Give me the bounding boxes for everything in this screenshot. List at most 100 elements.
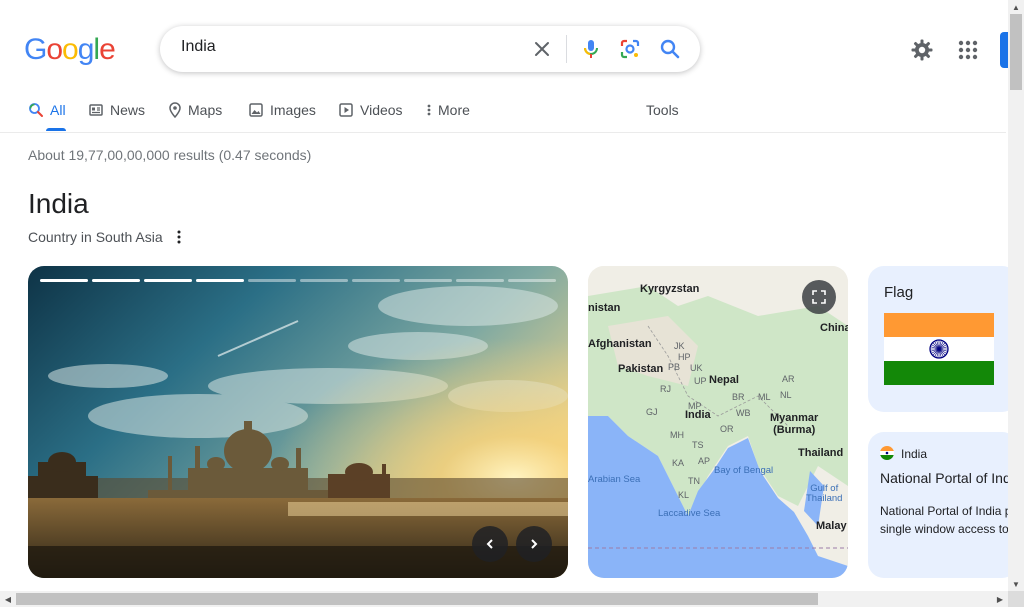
map-label-afghanistan: Afghanistan bbox=[588, 338, 652, 350]
map-state-label: JK bbox=[674, 341, 685, 351]
carousel-progress-segment bbox=[92, 279, 140, 282]
tools-button[interactable]: Tools bbox=[646, 100, 679, 120]
video-icon bbox=[339, 103, 353, 117]
apps-grid-icon[interactable] bbox=[956, 38, 980, 62]
google-search-page: Google India All News Maps Images Videos… bbox=[0, 0, 1024, 607]
tab-videos[interactable]: Videos bbox=[338, 100, 403, 120]
tab-maps-label: Maps bbox=[188, 102, 223, 118]
carousel-progress-segment bbox=[508, 279, 556, 282]
map-state-label: NL bbox=[780, 390, 792, 400]
tab-videos-label: Videos bbox=[360, 102, 403, 118]
close-icon[interactable] bbox=[530, 37, 554, 61]
map-label-malaysia: Malay bbox=[816, 520, 847, 532]
search-icon[interactable] bbox=[658, 37, 682, 61]
site-description: National Portal of India provides a sing… bbox=[880, 504, 1018, 536]
site-title[interactable]: National Portal of India bbox=[880, 470, 1018, 486]
logo-letter: G bbox=[24, 33, 47, 66]
map-state-label: KL bbox=[678, 490, 690, 500]
flag-card[interactable]: Flag bbox=[868, 266, 1018, 412]
map-label-tajikistan: nistan bbox=[588, 302, 621, 314]
carousel-progress-segment bbox=[404, 279, 452, 282]
horizontal-scroll-thumb[interactable] bbox=[16, 593, 818, 605]
map-state-label: GJ bbox=[646, 407, 658, 417]
entity-subtitle: Country in South Asia bbox=[28, 229, 163, 245]
scroll-up-arrow-icon[interactable]: ▲ bbox=[1008, 0, 1024, 14]
tab-images[interactable]: Images bbox=[248, 100, 316, 120]
carousel-prev-button[interactable] bbox=[472, 526, 508, 562]
scroll-left-arrow-icon[interactable]: ◀ bbox=[0, 591, 16, 607]
lens-icon[interactable] bbox=[618, 37, 642, 61]
entity-title: India bbox=[28, 188, 89, 219]
map-state-label: MP bbox=[688, 401, 702, 411]
map-label-kyrgyzstan: Kyrgyzstan bbox=[640, 283, 700, 295]
map-state-label: KA bbox=[672, 458, 685, 468]
site-name: India bbox=[901, 447, 928, 461]
carousel-progress-segment bbox=[144, 279, 192, 282]
newspaper-icon bbox=[89, 104, 103, 116]
tab-all[interactable]: All bbox=[28, 100, 66, 120]
india-flag-favicon-icon bbox=[880, 446, 894, 460]
tab-more-label: More bbox=[438, 102, 470, 118]
active-tab-indicator bbox=[46, 128, 66, 131]
microphone-icon[interactable] bbox=[579, 37, 603, 61]
tab-maps[interactable]: Maps bbox=[168, 100, 222, 120]
search-box bbox=[160, 26, 700, 72]
expand-icon bbox=[812, 290, 826, 304]
related-site-card[interactable]: India National Portal of India National … bbox=[868, 432, 1018, 578]
image-carousel[interactable] bbox=[28, 266, 568, 578]
map-state-label: WB bbox=[736, 408, 751, 418]
carousel-progress-segment bbox=[40, 279, 88, 282]
kebab-menu-icon bbox=[427, 104, 431, 116]
carousel-next-button[interactable] bbox=[516, 526, 552, 562]
map-label-laccadive-sea: Laccadive Sea bbox=[658, 508, 721, 519]
google-logo[interactable]: Google bbox=[24, 33, 116, 67]
map-label-pakistan: Pakistan bbox=[618, 363, 664, 375]
chevron-right-icon bbox=[531, 539, 538, 549]
map-label-myanmar: Myanmar (Burma) bbox=[770, 412, 819, 436]
map-pin-icon bbox=[169, 102, 181, 118]
logo-letter: o bbox=[46, 33, 63, 66]
scroll-right-arrow-icon[interactable]: ▶ bbox=[992, 591, 1008, 607]
map-state-label: OR bbox=[720, 424, 734, 434]
sign-in-button[interactable] bbox=[1000, 32, 1008, 68]
tab-images-label: Images bbox=[270, 102, 316, 118]
kebab-menu-icon[interactable] bbox=[170, 228, 188, 246]
map-state-label: AR bbox=[782, 374, 795, 384]
map-state-label: ML bbox=[758, 392, 771, 402]
tab-more[interactable]: More bbox=[426, 100, 470, 120]
map-state-label: MH bbox=[670, 430, 684, 440]
map-thumbnail[interactable]: Kyrgyzstan nistan China Afghanistan Paki… bbox=[588, 266, 848, 578]
carousel-progress-segment bbox=[196, 279, 244, 282]
carousel-progress-segment bbox=[456, 279, 504, 282]
image-icon bbox=[249, 103, 263, 117]
map-state-label: PB bbox=[668, 362, 681, 372]
search-icon bbox=[29, 103, 43, 117]
logo-letter: e bbox=[99, 33, 116, 66]
map-label-gulf-of-thailand: Gulf of Thailand bbox=[806, 483, 843, 504]
map-state-label: TS bbox=[692, 440, 704, 450]
flag-card-label: Flag bbox=[884, 284, 914, 301]
map-state-label: TN bbox=[688, 476, 700, 486]
india-flag-image bbox=[884, 313, 994, 385]
results-stats: About 19,77,00,00,000 results (0.47 seco… bbox=[28, 147, 312, 163]
map-state-label: BR bbox=[732, 392, 745, 402]
carousel-progress-segment bbox=[248, 279, 296, 282]
tab-news[interactable]: News bbox=[88, 100, 145, 120]
expand-map-button[interactable] bbox=[802, 280, 836, 314]
carousel-progress-segment bbox=[352, 279, 400, 282]
map-state-label: HP bbox=[678, 352, 691, 362]
scroll-down-arrow-icon[interactable]: ▼ bbox=[1008, 577, 1024, 591]
carousel-progress bbox=[40, 279, 556, 282]
map-label-arabian-sea: Arabian Sea bbox=[588, 474, 641, 485]
map-label-thailand: Thailand bbox=[798, 447, 844, 459]
carousel-progress-segment bbox=[300, 279, 348, 282]
gear-icon[interactable] bbox=[910, 38, 934, 62]
vertical-scroll-thumb[interactable] bbox=[1010, 14, 1022, 90]
tabs-divider bbox=[0, 132, 1006, 133]
map-label-china: China bbox=[820, 322, 848, 334]
search-input[interactable] bbox=[181, 38, 521, 56]
logo-letter: o bbox=[62, 33, 79, 66]
chevron-left-icon bbox=[486, 539, 493, 549]
map-state-label: RJ bbox=[660, 384, 671, 394]
tab-news-label: News bbox=[110, 102, 146, 118]
